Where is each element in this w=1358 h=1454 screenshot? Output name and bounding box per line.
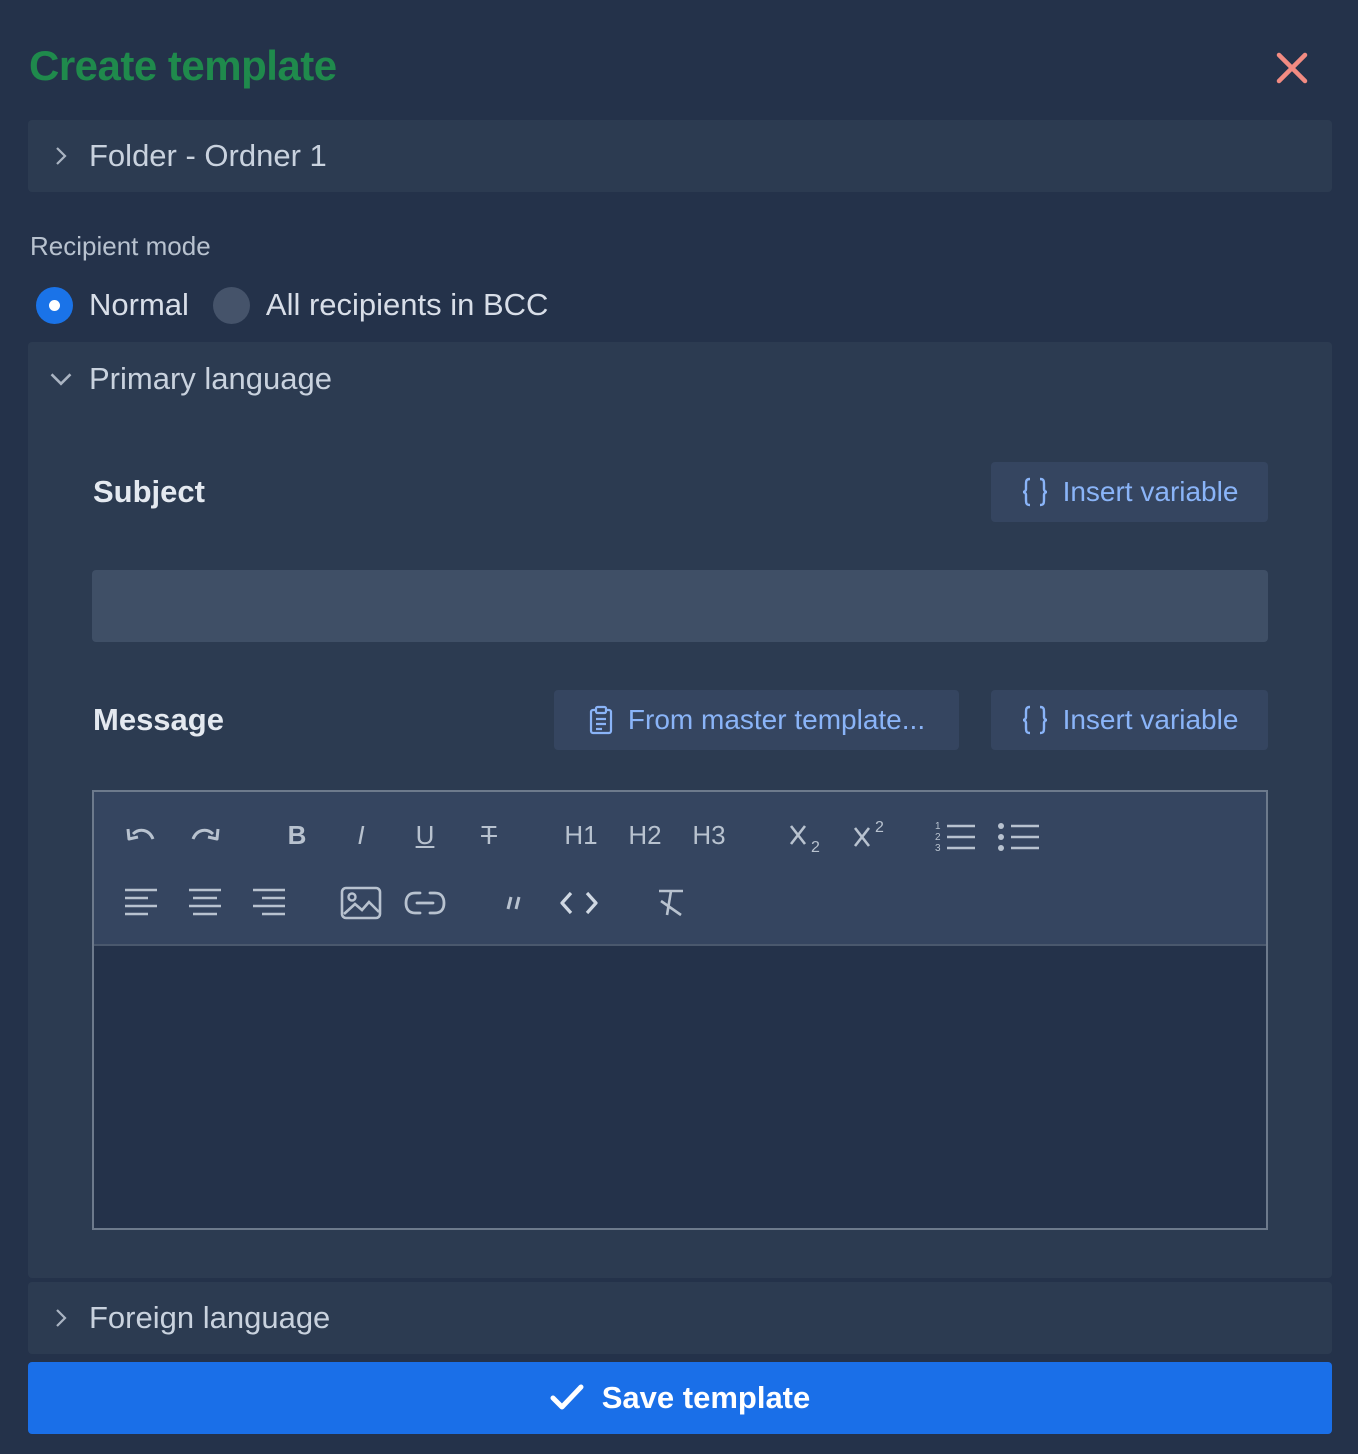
undo-icon[interactable] <box>118 814 164 860</box>
italic-button[interactable]: I <box>338 812 384 858</box>
foreign-language-toggle[interactable]: Foreign language <box>28 1282 1332 1354</box>
superscript-icon[interactable]: 2 <box>848 810 894 856</box>
clipboard-icon <box>589 705 613 735</box>
editor-content-area[interactable] <box>94 946 1266 1228</box>
underline-button[interactable]: U <box>402 812 448 858</box>
bullet-list-icon[interactable] <box>996 814 1042 860</box>
from-master-template-button[interactable]: From master template... <box>554 690 959 750</box>
subject-insert-variable-button[interactable]: Insert variable <box>991 462 1268 522</box>
strikethrough-button[interactable]: T <box>466 812 512 858</box>
recipient-mode-label: Recipient mode <box>30 231 211 261</box>
insert-variable-label: Insert variable <box>1062 476 1239 507</box>
chevron-right-icon <box>56 1309 67 1327</box>
heading2-button[interactable]: H2 <box>622 812 668 858</box>
svg-text:1: 1 <box>935 821 941 832</box>
primary-language-label: Primary language <box>89 361 332 396</box>
foreign-language-label: Foreign language <box>89 1300 331 1335</box>
radio-normal-label[interactable]: Normal <box>89 287 189 323</box>
insert-variable-label: Insert variable <box>1062 704 1239 735</box>
heading1-button[interactable]: H1 <box>558 812 604 858</box>
chevron-right-icon <box>56 147 67 165</box>
chevron-down-icon <box>50 373 72 386</box>
primary-language-toggle[interactable]: Primary language <box>28 342 1332 416</box>
svg-text:2: 2 <box>811 839 820 854</box>
recipient-mode-group: Normal All recipients in BCC <box>36 284 572 326</box>
bold-button[interactable]: B <box>274 812 320 858</box>
message-label: Message <box>93 702 224 737</box>
heading3-button[interactable]: H3 <box>686 812 732 858</box>
clear-format-icon[interactable] <box>648 880 694 926</box>
image-icon[interactable] <box>338 880 384 926</box>
radio-bcc-label[interactable]: All recipients in BCC <box>266 287 549 323</box>
blockquote-icon[interactable] <box>492 880 538 926</box>
link-icon[interactable] <box>402 880 448 926</box>
editor-toolbar: B I U T H1 H2 H3 2 2 123 <box>94 792 1266 946</box>
subject-input[interactable] <box>92 570 1268 642</box>
close-icon[interactable] <box>1272 48 1312 88</box>
align-center-icon[interactable] <box>182 880 228 926</box>
save-template-button[interactable]: Save template <box>28 1362 1332 1434</box>
foreign-language-panel: Foreign language <box>28 1282 1332 1354</box>
radio-bcc[interactable] <box>212 286 250 324</box>
message-insert-variable-button[interactable]: Insert variable <box>991 690 1268 750</box>
folder-toggle[interactable]: Folder - Ordner 1 <box>28 120 1332 192</box>
folder-label: Folder - Ordner 1 <box>89 138 327 173</box>
code-icon[interactable] <box>556 880 602 926</box>
redo-icon[interactable] <box>182 814 228 860</box>
align-left-icon[interactable] <box>118 880 164 926</box>
svg-text:2: 2 <box>875 819 884 836</box>
folder-panel: Folder - Ordner 1 <box>28 120 1332 192</box>
braces-icon <box>1022 477 1047 507</box>
checkmark-icon <box>550 1384 584 1410</box>
radio-normal[interactable] <box>36 286 73 324</box>
save-template-label: Save template <box>601 1380 811 1415</box>
braces-icon <box>1022 705 1047 735</box>
align-right-icon[interactable] <box>246 880 292 926</box>
ordered-list-icon[interactable]: 123 <box>932 814 978 860</box>
from-master-label: From master template... <box>627 704 926 735</box>
dialog-title: Create template <box>29 42 337 89</box>
subject-label: Subject <box>93 474 205 509</box>
svg-text:2: 2 <box>935 832 941 843</box>
message-editor: B I U T H1 H2 H3 2 2 123 <box>92 790 1268 1230</box>
subscript-icon[interactable]: 2 <box>784 814 830 860</box>
svg-text:3: 3 <box>935 843 941 854</box>
